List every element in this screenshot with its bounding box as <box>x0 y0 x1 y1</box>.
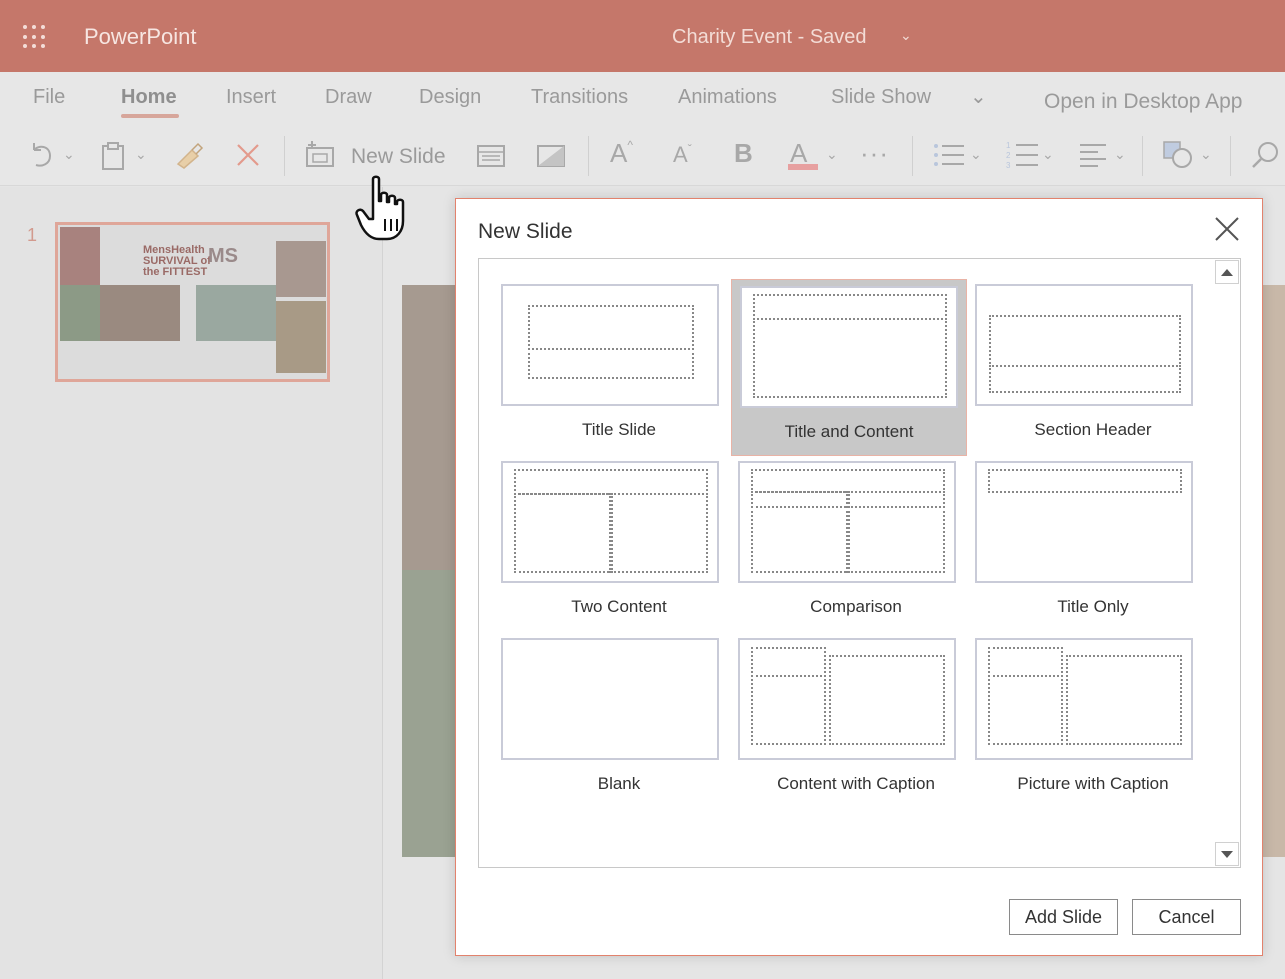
layout-label: Two Content <box>571 597 667 616</box>
clipboard-dropdown-chevron-icon[interactable]: ⌄ <box>135 146 147 163</box>
font-color-dropdown-chevron-icon[interactable]: ⌄ <box>826 146 838 163</box>
numbering-dropdown-chevron-icon[interactable]: ⌄ <box>1042 146 1054 163</box>
tab-file[interactable]: File <box>33 86 65 109</box>
ribbon-toolbar: ⌄ ⌄ New Slide A^ Aˇ B A ⌄ ··· ⌄ 1 2 3 ⌄ … <box>0 126 1285 186</box>
cancel-button[interactable]: Cancel <box>1132 899 1241 935</box>
add-slide-button[interactable]: Add Slide <box>1009 899 1118 935</box>
layout-section-header[interactable]: Section Header <box>975 277 1211 454</box>
align-icon[interactable] <box>1078 142 1108 168</box>
undo-dropdown-chevron-icon[interactable]: ⌄ <box>63 146 75 163</box>
layout-title-and-content[interactable]: Title and Content <box>731 279 967 456</box>
layout-label: Title Slide <box>581 420 656 439</box>
layout-label: Picture with Caption <box>1017 774 1169 793</box>
tab-slide-show[interactable]: Slide Show <box>831 86 931 109</box>
layout-preview <box>740 286 958 408</box>
app-name[interactable]: PowerPoint <box>84 24 197 50</box>
layout-list[interactable]: Title Slide Title and Content Section He… <box>478 258 1241 868</box>
layout-label: Comparison <box>810 597 902 616</box>
slide-thumbnail-panel: 1 MensHealth SURVIVAL of the FITTEST MS <box>0 187 383 979</box>
clipboard-icon[interactable] <box>100 141 126 171</box>
layout-preview <box>975 284 1193 406</box>
delete-icon[interactable] <box>236 143 260 167</box>
layout-preview <box>738 638 956 760</box>
layout-preview <box>501 461 719 583</box>
undo-icon[interactable] <box>28 140 56 170</box>
new-slide-button[interactable]: New Slide <box>351 145 446 169</box>
tab-design[interactable]: Design <box>419 86 481 109</box>
shapes-dropdown-chevron-icon[interactable]: ⌄ <box>1200 146 1212 163</box>
new-slide-icon[interactable] <box>305 140 337 170</box>
format-painter-icon[interactable] <box>174 140 204 170</box>
decrease-font-size-icon[interactable]: Aˇ <box>673 142 692 168</box>
background-icon[interactable] <box>536 143 566 169</box>
more-options-icon[interactable]: ··· <box>860 138 889 169</box>
layout-comparison[interactable]: Comparison <box>738 454 974 631</box>
hand-cursor-icon <box>355 175 405 241</box>
document-title[interactable]: Charity Event - Saved <box>672 26 867 49</box>
tab-insert[interactable]: Insert <box>226 86 276 109</box>
layout-preview <box>975 638 1193 760</box>
layout-preview <box>738 461 956 583</box>
shapes-icon[interactable] <box>1162 140 1196 170</box>
scroll-down-button[interactable] <box>1215 842 1239 866</box>
layout-label: Blank <box>597 774 641 793</box>
layout-blank[interactable]: Blank <box>501 631 737 808</box>
layout-preview <box>501 638 719 760</box>
bullets-dropdown-chevron-icon[interactable]: ⌄ <box>970 146 982 163</box>
svg-text:2: 2 <box>1006 151 1011 160</box>
search-icon[interactable] <box>1250 140 1280 170</box>
numbering-icon[interactable]: 1 2 3 <box>1006 140 1040 170</box>
layout-icon[interactable] <box>476 143 506 169</box>
active-tab-indicator <box>121 114 179 118</box>
layout-preview <box>975 461 1193 583</box>
svg-text:3: 3 <box>1006 161 1011 170</box>
bullets-icon[interactable] <box>932 142 966 168</box>
tab-home[interactable]: Home <box>121 86 177 109</box>
scroll-up-button[interactable] <box>1215 260 1239 284</box>
close-icon[interactable] <box>1213 215 1241 243</box>
title-bar: PowerPoint Charity Event - Saved ⌄ <box>0 0 1285 72</box>
layout-label: Content with Caption <box>777 774 935 793</box>
tab-animations[interactable]: Animations <box>678 86 777 109</box>
layout-label: Title and Content <box>784 422 914 441</box>
slide-thumbnail[interactable]: MensHealth SURVIVAL of the FITTEST MS <box>55 222 330 382</box>
app-launcher-icon[interactable] <box>23 25 47 49</box>
layout-title-only[interactable]: Title Only <box>975 454 1211 631</box>
layout-picture-with-caption[interactable]: Picture with Caption <box>975 631 1211 808</box>
svg-text:1: 1 <box>1006 141 1011 150</box>
layout-title-slide[interactable]: Title Slide <box>501 277 737 454</box>
layout-content-with-caption[interactable]: Content with Caption <box>738 631 974 808</box>
tab-transitions[interactable]: Transitions <box>531 86 628 109</box>
tab-draw[interactable]: Draw <box>325 86 372 109</box>
align-dropdown-chevron-icon[interactable]: ⌄ <box>1114 146 1126 163</box>
open-desktop-app-button[interactable]: Open in Desktop App <box>1044 90 1242 114</box>
layout-label: Section Header <box>1034 420 1152 439</box>
ribbon-tabs: File Home Insert Draw Design Transitions… <box>0 72 1285 126</box>
layout-preview <box>501 284 719 406</box>
layout-label: Title Only <box>1057 597 1129 616</box>
increase-font-size-icon[interactable]: A^ <box>610 138 633 169</box>
layout-two-content[interactable]: Two Content <box>501 454 737 631</box>
thumbnail-ms-logo: MS <box>208 245 238 267</box>
new-slide-dialog: New Slide Title Slide Title and Content <box>455 198 1263 956</box>
chevron-down-icon[interactable]: ⌄ <box>900 27 912 44</box>
slide-number: 1 <box>27 225 38 245</box>
thumbnail-logo-text: MensHealth SURVIVAL of the FITTEST <box>143 244 211 278</box>
dialog-title: New Slide <box>478 220 573 243</box>
bold-icon[interactable]: B <box>734 138 753 169</box>
font-color-swatch <box>788 164 818 170</box>
more-tabs-chevron-icon[interactable]: ⌄ <box>970 84 987 109</box>
